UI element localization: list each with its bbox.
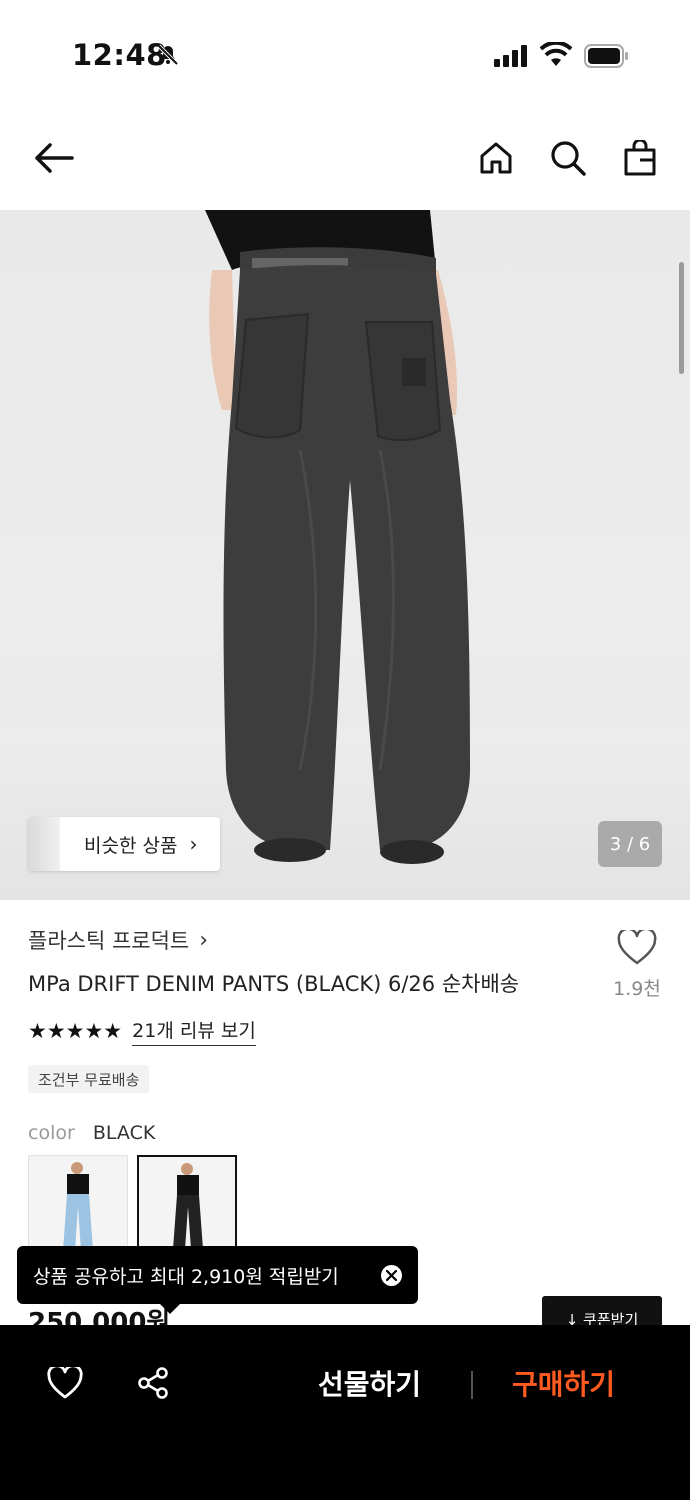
product-image[interactable]: 비슷한 상품 › 3 / 6 <box>0 210 690 900</box>
home-button[interactable] <box>472 136 520 184</box>
star-rating: ★★★★★ <box>28 1019 123 1043</box>
brand-name: 플라스틱 프로덕트 <box>28 929 190 953</box>
similar-products-label: 비슷한 상품 <box>84 834 178 857</box>
search-button[interactable] <box>544 136 592 184</box>
chevron-right-icon: › <box>189 832 198 856</box>
status-time: 12:48 <box>72 38 167 72</box>
cellular-signal-icon <box>494 45 530 71</box>
rating-row: ★★★★★ 21개 리뷰 보기 <box>28 1016 256 1046</box>
image-scroll-indicator <box>679 262 684 374</box>
color-option-black[interactable] <box>137 1155 237 1255</box>
reviews-link[interactable]: 21개 리뷰 보기 <box>132 1016 256 1046</box>
share-icon <box>136 1366 170 1404</box>
color-row: color BLACK <box>28 1122 155 1144</box>
bottom-action-bar: 선물하기 구매하기 <box>0 1325 690 1500</box>
bottom-divider <box>471 1371 473 1399</box>
wifi-icon <box>539 40 573 72</box>
color-label: color <box>28 1122 75 1144</box>
color-value: BLACK <box>92 1122 156 1144</box>
product-title: MPa DRIFT DENIM PANTS (BLACK) 6/26 순차배송 <box>28 972 520 996</box>
chevron-right-icon: › <box>199 927 209 953</box>
swatch-black-image <box>173 1163 203 1249</box>
cart-button[interactable] <box>616 136 664 184</box>
similar-products-button[interactable]: 비슷한 상품 › <box>28 817 220 871</box>
product-photo-illustration <box>0 210 690 900</box>
like-count: 1.9천 <box>613 978 661 1000</box>
swatch-light-blue-image <box>63 1162 93 1251</box>
shipping-badge: 조건부 무료배송 <box>28 1065 150 1093</box>
share-button[interactable] <box>133 1365 173 1405</box>
status-bar: 12:48 <box>0 0 690 110</box>
color-option-light-blue[interactable] <box>28 1155 128 1255</box>
search-icon <box>549 139 587 181</box>
home-icon <box>478 140 514 180</box>
similar-products-thumbnail <box>28 817 60 871</box>
heart-icon <box>47 1364 83 1403</box>
heart-icon <box>617 927 657 970</box>
image-counter: 3 / 6 <box>598 821 662 867</box>
back-button[interactable] <box>30 136 78 184</box>
toast-text: 상품 공유하고 최대 2,910원 적립받기 <box>33 1265 339 1288</box>
buy-button[interactable]: 구매하기 <box>512 1363 615 1403</box>
battery-icon <box>584 44 630 72</box>
bell-slash-icon <box>156 43 180 71</box>
wishlist-button[interactable] <box>45 1364 85 1405</box>
shopping-bag-icon <box>623 138 657 180</box>
close-icon[interactable] <box>381 1265 402 1286</box>
app-header <box>0 110 690 210</box>
like-button[interactable]: 1.9천 <box>606 927 668 1001</box>
back-arrow-icon <box>32 142 76 178</box>
share-reward-toast: 상품 공유하고 최대 2,910원 적립받기 <box>17 1246 418 1314</box>
brand-link[interactable]: 플라스틱 프로덕트 › <box>28 925 208 955</box>
gift-button[interactable]: 선물하기 <box>318 1363 421 1403</box>
